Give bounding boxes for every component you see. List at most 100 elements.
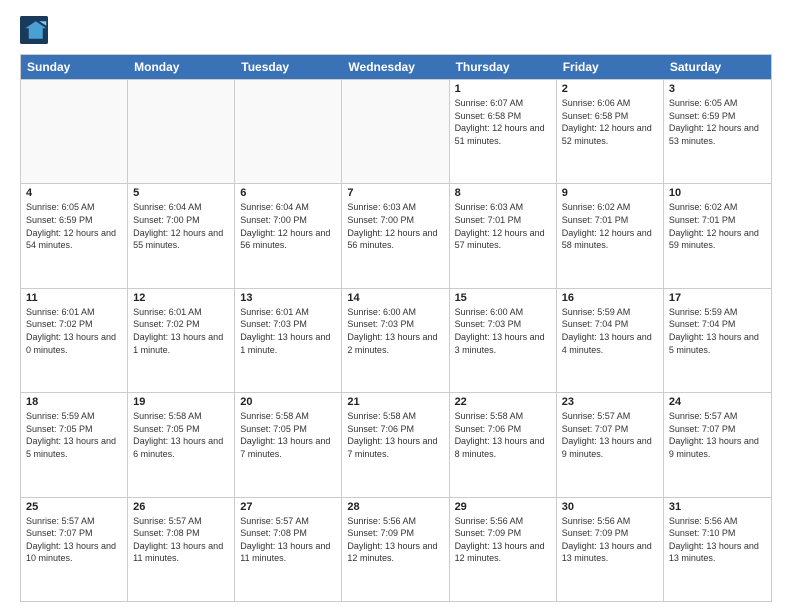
week-row-3: 11 Sunrise: 6:01 AMSunset: 7:02 PMDayligh… [21,288,771,392]
day-info: Sunrise: 6:02 AMSunset: 7:01 PMDaylight:… [562,201,658,251]
day-number: 1 [455,83,551,95]
day-number: 8 [455,187,551,199]
day-cell [128,80,235,183]
day-info: Sunrise: 5:57 AMSunset: 7:07 PMDaylight:… [26,515,122,565]
day-number: 24 [669,396,766,408]
day-cell: 27 Sunrise: 5:57 AMSunset: 7:08 PMDayligh… [235,498,342,601]
day-number: 25 [26,501,122,513]
day-info: Sunrise: 6:03 AMSunset: 7:00 PMDaylight:… [347,201,443,251]
day-cell: 6 Sunrise: 6:04 AMSunset: 7:00 PMDaylight… [235,184,342,287]
day-number: 14 [347,292,443,304]
day-info: Sunrise: 6:04 AMSunset: 7:00 PMDaylight:… [240,201,336,251]
day-info: Sunrise: 5:59 AMSunset: 7:05 PMDaylight:… [26,410,122,460]
day-cell: 31Sunrise: 5:56 AMSunset: 7:10 PMDayligh… [664,498,771,601]
day-cell: 2 Sunrise: 6:06 AMSunset: 6:58 PMDaylight… [557,80,664,183]
day-info: Sunrise: 5:56 AMSunset: 7:09 PMDaylight:… [347,515,443,565]
day-info: Sunrise: 6:00 AMSunset: 7:03 PMDaylight:… [347,306,443,356]
weeks: 1 Sunrise: 6:07 AMSunset: 6:58 PMDaylight… [21,79,771,601]
day-header-monday: Monday [128,55,235,79]
day-info: Sunrise: 5:59 AMSunset: 7:04 PMDaylight:… [562,306,658,356]
day-number: 19 [133,396,229,408]
day-info: Sunrise: 6:01 AMSunset: 7:02 PMDaylight:… [26,306,122,356]
day-info: Sunrise: 6:04 AMSunset: 7:00 PMDaylight:… [133,201,229,251]
day-cell: 20 Sunrise: 5:58 AMSunset: 7:05 PMDayligh… [235,393,342,496]
day-cell: 28 Sunrise: 5:56 AMSunset: 7:09 PMDayligh… [342,498,449,601]
day-cell: 4 Sunrise: 6:05 AMSunset: 6:59 PMDaylight… [21,184,128,287]
week-row-5: 25 Sunrise: 5:57 AMSunset: 7:07 PMDayligh… [21,497,771,601]
day-info: Sunrise: 5:58 AMSunset: 7:06 PMDaylight:… [347,410,443,460]
day-cell: 3 Sunrise: 6:05 AMSunset: 6:59 PMDaylight… [664,80,771,183]
day-info: Sunrise: 6:05 AMSunset: 6:59 PMDaylight:… [669,97,766,147]
day-number: 10 [669,187,766,199]
day-number: 20 [240,396,336,408]
day-cell: 29 Sunrise: 5:56 AMSunset: 7:09 PMDayligh… [450,498,557,601]
day-info: Sunrise: 6:01 AMSunset: 7:02 PMDaylight:… [133,306,229,356]
calendar: SundayMondayTuesdayWednesdayThursdayFrid… [20,54,772,602]
day-number: 22 [455,396,551,408]
day-cell: 18 Sunrise: 5:59 AMSunset: 7:05 PMDayligh… [21,393,128,496]
day-number: 23 [562,396,658,408]
day-number: 4 [26,187,122,199]
day-cell: 23Sunrise: 5:57 AMSunset: 7:07 PMDayligh… [557,393,664,496]
day-number: 11 [26,292,122,304]
day-cell: 17 Sunrise: 5:59 AMSunset: 7:04 PMDayligh… [664,289,771,392]
day-info: Sunrise: 5:59 AMSunset: 7:04 PMDaylight:… [669,306,766,356]
day-number: 18 [26,396,122,408]
day-number: 27 [240,501,336,513]
day-header-thursday: Thursday [450,55,557,79]
header [20,16,772,44]
day-number: 29 [455,501,551,513]
day-info: Sunrise: 6:07 AMSunset: 6:58 PMDaylight:… [455,97,551,147]
day-headers: SundayMondayTuesdayWednesdayThursdayFrid… [21,55,771,79]
day-number: 2 [562,83,658,95]
day-cell: 14 Sunrise: 6:00 AMSunset: 7:03 PMDayligh… [342,289,449,392]
day-number: 17 [669,292,766,304]
logo [20,16,52,44]
week-row-1: 1 Sunrise: 6:07 AMSunset: 6:58 PMDaylight… [21,79,771,183]
day-info: Sunrise: 5:58 AMSunset: 7:05 PMDaylight:… [133,410,229,460]
day-cell: 22Sunrise: 5:58 AMSunset: 7:06 PMDayligh… [450,393,557,496]
day-cell: 10Sunrise: 6:02 AMSunset: 7:01 PMDayligh… [664,184,771,287]
day-cell: 26 Sunrise: 5:57 AMSunset: 7:08 PMDayligh… [128,498,235,601]
day-info: Sunrise: 6:06 AMSunset: 6:58 PMDaylight:… [562,97,658,147]
day-cell [342,80,449,183]
day-number: 21 [347,396,443,408]
day-number: 15 [455,292,551,304]
day-header-wednesday: Wednesday [342,55,449,79]
day-info: Sunrise: 6:05 AMSunset: 6:59 PMDaylight:… [26,201,122,251]
day-number: 26 [133,501,229,513]
day-info: Sunrise: 5:56 AMSunset: 7:09 PMDaylight:… [455,515,551,565]
day-cell: 9 Sunrise: 6:02 AMSunset: 7:01 PMDaylight… [557,184,664,287]
day-number: 16 [562,292,658,304]
day-header-sunday: Sunday [21,55,128,79]
week-row-2: 4 Sunrise: 6:05 AMSunset: 6:59 PMDaylight… [21,183,771,287]
day-cell: 16 Sunrise: 5:59 AMSunset: 7:04 PMDayligh… [557,289,664,392]
day-number: 12 [133,292,229,304]
day-number: 31 [669,501,766,513]
day-header-friday: Friday [557,55,664,79]
day-info: Sunrise: 6:01 AMSunset: 7:03 PMDaylight:… [240,306,336,356]
day-info: Sunrise: 5:57 AMSunset: 7:08 PMDaylight:… [133,515,229,565]
day-cell: 15 Sunrise: 6:00 AMSunset: 7:03 PMDayligh… [450,289,557,392]
day-cell: 1 Sunrise: 6:07 AMSunset: 6:58 PMDaylight… [450,80,557,183]
day-number: 5 [133,187,229,199]
day-cell [235,80,342,183]
day-number: 3 [669,83,766,95]
day-info: Sunrise: 6:00 AMSunset: 7:03 PMDaylight:… [455,306,551,356]
day-header-saturday: Saturday [664,55,771,79]
day-header-tuesday: Tuesday [235,55,342,79]
day-number: 9 [562,187,658,199]
day-cell: 12 Sunrise: 6:01 AMSunset: 7:02 PMDayligh… [128,289,235,392]
week-row-4: 18 Sunrise: 5:59 AMSunset: 7:05 PMDayligh… [21,392,771,496]
day-info: Sunrise: 5:57 AMSunset: 7:07 PMDaylight:… [669,410,766,460]
day-info: Sunrise: 5:57 AMSunset: 7:08 PMDaylight:… [240,515,336,565]
day-cell: 8Sunrise: 6:03 AMSunset: 7:01 PMDaylight… [450,184,557,287]
day-number: 7 [347,187,443,199]
day-cell: 30Sunrise: 5:56 AMSunset: 7:09 PMDayligh… [557,498,664,601]
day-number: 6 [240,187,336,199]
day-number: 13 [240,292,336,304]
day-cell: 24 Sunrise: 5:57 AMSunset: 7:07 PMDayligh… [664,393,771,496]
day-cell: 7 Sunrise: 6:03 AMSunset: 7:00 PMDaylight… [342,184,449,287]
day-info: Sunrise: 5:58 AMSunset: 7:05 PMDaylight:… [240,410,336,460]
day-number: 28 [347,501,443,513]
